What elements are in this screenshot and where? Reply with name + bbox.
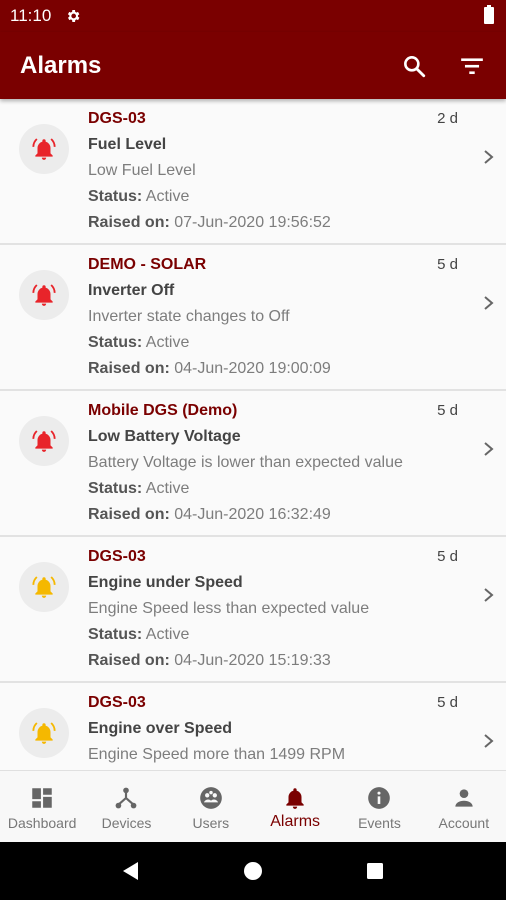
alarm-raised: Raised on: 04-Jun-2020 19:00:09 [88, 360, 331, 378]
nav-label: Alarms [270, 813, 321, 830]
alarm-description: Battery Voltage is lower than expected v… [88, 454, 403, 471]
nav-label: Dashboard [7, 815, 77, 831]
alarm-source: DGS-03 [88, 694, 146, 711]
raised-label: Raised on: [88, 506, 170, 523]
raised-label: Raised on: [88, 214, 170, 231]
alarm-card[interactable]: Mobile DGS (Demo) 5 d Low Battery Voltag… [0, 391, 506, 537]
alarm-source: DGS-03 [88, 548, 146, 565]
nav-label: Account [438, 815, 490, 831]
nav-label: Events [358, 815, 401, 831]
alarm-description: Engine Speed less than expected value [88, 600, 370, 617]
battery-icon [484, 5, 494, 24]
chevron-right-icon [484, 588, 494, 602]
alarm-avatar [19, 562, 69, 612]
alarm-raised: Raised on: 07-Jun-2020 19:56:52 [88, 214, 331, 232]
alarm-status: Status: Active [88, 188, 189, 206]
nav-label: Devices [101, 815, 152, 831]
raised-value: 04-Jun-2020 15:19:33 [174, 652, 331, 669]
status-label: Status: [88, 334, 143, 351]
status-label: Status: [88, 626, 143, 643]
alarm-avatar [19, 416, 69, 466]
raised-value: 04-Jun-2020 16:32:49 [174, 506, 331, 523]
status-label: Status: [88, 480, 143, 497]
status-value: Active [145, 626, 190, 643]
alarm-card[interactable]: DGS-03 5 d Engine under Speed Engine Spe… [0, 537, 506, 683]
alarm-source: DEMO - SOLAR [88, 256, 207, 273]
alarm-age: 5 d [437, 402, 458, 419]
alarm-title: Fuel Level [88, 136, 167, 153]
status-time: 11:10 [10, 6, 52, 25]
chevron-right-icon [484, 442, 494, 456]
alarm-age: 5 d [437, 548, 458, 565]
alarm-card[interactable]: DEMO - SOLAR 5 d Inverter Off Inverter s… [0, 245, 506, 391]
alarm-description: Low Fuel Level [88, 162, 196, 179]
search-icon [404, 55, 426, 77]
status-value: Active [145, 334, 190, 351]
account-icon [455, 789, 473, 807]
status-bar: 11:10 [0, 0, 506, 32]
alarm-status: Status: Active [88, 626, 189, 644]
page-title: Alarms [20, 51, 102, 79]
warning-alarm-bell-icon [32, 722, 56, 744]
info-icon [368, 787, 391, 809]
alarm-raised: Raised on: 04-Jun-2020 15:19:33 [88, 652, 331, 670]
alarm-status: Status: Active [88, 334, 189, 352]
system-navigation-bar [0, 842, 506, 900]
filter-icon [461, 57, 483, 74]
app-bar: Alarms [0, 32, 506, 99]
status-label: Status: [88, 188, 143, 205]
alarm-list[interactable]: DGS-03 2 d Fuel Level Low Fuel Level Sta… [0, 99, 506, 770]
alarm-age: 2 d [437, 110, 458, 127]
alarm-description: Engine Speed more than 1499 RPM [88, 746, 346, 763]
home-icon[interactable] [242, 860, 264, 882]
nav-devices[interactable]: Devices [84, 771, 168, 842]
bell-icon [286, 788, 304, 809]
raised-label: Raised on: [88, 652, 170, 669]
alarm-status: Status: Active [88, 480, 189, 498]
alarm-source: Mobile DGS (Demo) [88, 402, 238, 419]
filter-button[interactable] [458, 52, 486, 80]
nav-account[interactable]: Account [422, 771, 506, 842]
alarm-title: Engine under Speed [88, 574, 243, 591]
alarm-age: 5 d [437, 694, 458, 711]
chevron-right-icon [484, 296, 494, 310]
nav-label: Users [192, 815, 230, 831]
dashboard-icon [32, 788, 52, 808]
chevron-right-icon [484, 734, 494, 748]
alarm-title: Inverter Off [88, 282, 175, 299]
critical-alarm-bell-icon [32, 138, 56, 160]
alarm-title: Low Battery Voltage [88, 428, 241, 445]
nav-users[interactable]: Users [169, 771, 253, 842]
recents-icon[interactable] [364, 860, 386, 882]
settings-gear-icon [68, 10, 80, 22]
search-button[interactable] [400, 52, 428, 80]
warning-alarm-bell-icon [32, 576, 56, 598]
alarm-title: Engine over Speed [88, 720, 233, 737]
alarm-avatar [19, 124, 69, 174]
alarm-card[interactable]: DGS-03 2 d Fuel Level Low Fuel Level Sta… [0, 99, 506, 245]
chevron-right-icon [484, 150, 494, 164]
alarm-avatar [19, 708, 69, 758]
status-value: Active [145, 480, 190, 497]
alarm-description: Inverter state changes to Off [88, 308, 290, 325]
alarm-raised: Raised on: 04-Jun-2020 16:32:49 [88, 506, 331, 524]
alarm-avatar [19, 270, 69, 320]
alarm-card[interactable]: DGS-03 5 d Engine over Speed Engine Spee… [0, 683, 506, 770]
raised-label: Raised on: [88, 360, 170, 377]
alarm-age: 5 d [437, 256, 458, 273]
critical-alarm-bell-icon [32, 430, 56, 452]
raised-value: 07-Jun-2020 19:56:52 [174, 214, 331, 231]
status-value: Active [145, 188, 190, 205]
raised-value: 04-Jun-2020 19:00:09 [174, 360, 331, 377]
nav-dashboard[interactable]: Dashboard [0, 771, 84, 842]
nav-events[interactable]: Events [337, 771, 421, 842]
alarm-source: DGS-03 [88, 110, 146, 127]
bottom-navigation: Dashboard Devices Users Alarms Events Ac… [0, 770, 506, 842]
users-icon [199, 787, 222, 809]
nav-alarms[interactable]: Alarms [253, 771, 337, 842]
back-icon[interactable] [120, 860, 142, 882]
devices-icon [116, 787, 137, 809]
critical-alarm-bell-icon [32, 284, 56, 306]
